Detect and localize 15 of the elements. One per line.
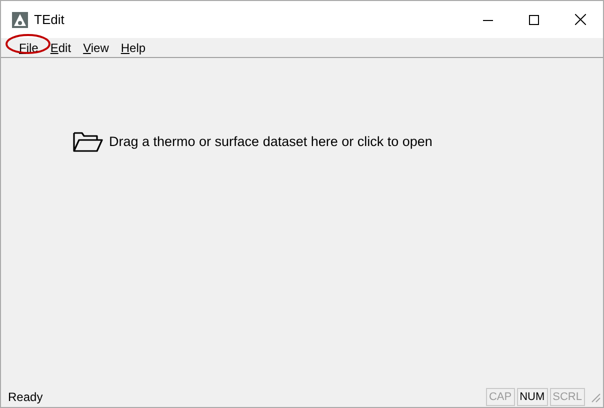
menu-item[interactable]: Help	[114, 38, 152, 56]
menu-item[interactable]: Edit	[44, 38, 78, 56]
menu-item[interactable]: View	[77, 38, 115, 56]
menu-item[interactable]: File	[13, 38, 44, 56]
maximize-icon	[529, 14, 539, 24]
close-icon	[574, 14, 586, 25]
status-text: Ready	[8, 389, 43, 406]
resize-grip-icon	[589, 391, 601, 403]
status-indicator: NUM	[516, 388, 548, 406]
app-icon	[12, 12, 28, 28]
window-title: TEdit	[34, 10, 64, 29]
status-indicator: CAP	[486, 388, 515, 406]
status-indicator: SCRL	[550, 388, 585, 406]
folder-icon	[73, 132, 103, 152]
open-dataset-link[interactable]: Drag a thermo or surface dataset here or click to open	[73, 132, 432, 152]
